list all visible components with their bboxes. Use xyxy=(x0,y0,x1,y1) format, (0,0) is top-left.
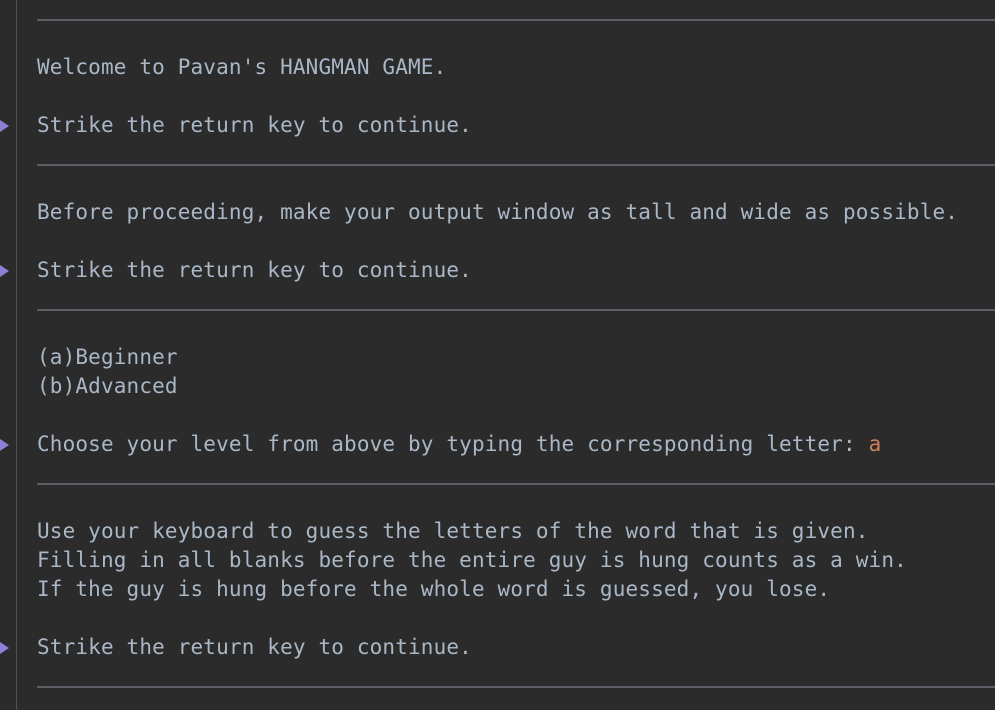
separator-line xyxy=(37,483,995,485)
separator-line xyxy=(37,19,995,21)
welcome-text: Welcome to Pavan's HANGMAN GAME. xyxy=(37,55,447,79)
console-gutter xyxy=(16,0,17,710)
input-prompt-arrow-icon xyxy=(0,439,9,451)
rules-text-line: Use your keyboard to guess the letters o… xyxy=(37,519,869,543)
continue-prompt: Strike the return key to continue. xyxy=(37,635,472,659)
rules-text-line: If the guy is hung before the whole word… xyxy=(37,577,831,601)
level-user-input[interactable]: a xyxy=(869,432,882,456)
level-prompt-line[interactable]: Choose your level from above by typing t… xyxy=(37,430,881,459)
continue-prompt: Strike the return key to continue. xyxy=(37,258,472,282)
rules-text-line: Filling in all blanks before the entire … xyxy=(37,548,907,572)
continue-prompt: Strike the return key to continue. xyxy=(37,113,472,137)
input-prompt-arrow-icon xyxy=(0,642,9,654)
separator-line xyxy=(37,309,995,311)
level-option-advanced: (b)Advanced xyxy=(37,374,178,398)
level-option-beginner: (a)Beginner xyxy=(37,345,178,369)
window-instruction-text: Before proceeding, make your output wind… xyxy=(37,200,959,224)
separator-line xyxy=(37,686,995,688)
input-prompt-arrow-icon xyxy=(0,265,9,277)
input-prompt-arrow-icon xyxy=(0,120,9,132)
level-prompt-text: Choose your level from above by typing t… xyxy=(37,432,869,456)
separator-line xyxy=(37,164,995,166)
